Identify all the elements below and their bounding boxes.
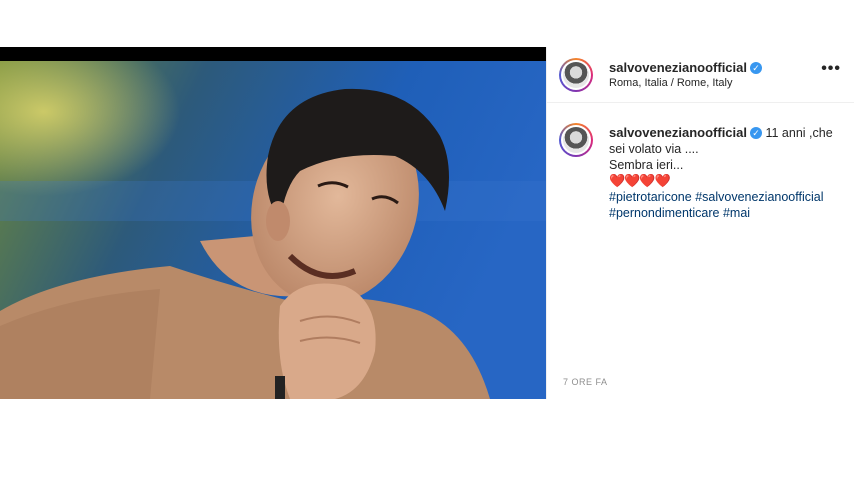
avatar[interactable] [559, 58, 593, 92]
more-options-icon[interactable]: ••• [821, 60, 841, 78]
photo-top-border [0, 47, 546, 61]
caption-text-line2: Sembra ieri... [609, 158, 684, 172]
hashtag-link[interactable]: #pernondimenticare [609, 206, 720, 220]
hashtag-link[interactable]: #mai [723, 206, 750, 220]
header-username[interactable]: salvovenezianoofficial [609, 60, 747, 75]
post-header: salvovenezianoofficial ✓ Roma, Italia / R… [547, 47, 854, 103]
verified-badge-icon: ✓ [750, 127, 762, 139]
post-photo[interactable] [0, 47, 546, 399]
hashtag-link[interactable]: #salvovenezianoofficial [695, 190, 823, 204]
hashtag-link[interactable]: #pietrotaricone [609, 190, 692, 204]
header-username-row: salvovenezianoofficial ✓ [609, 59, 762, 77]
caption-username[interactable]: salvovenezianoofficial [609, 125, 747, 140]
verified-badge-icon: ✓ [750, 62, 762, 74]
instagram-post: salvovenezianoofficial ✓ Roma, Italia / R… [0, 47, 854, 399]
hearts-emoji: ❤️❤️❤️❤️ [609, 173, 671, 188]
caption-avatar[interactable] [559, 123, 593, 157]
location-link[interactable]: Roma, Italia / Rome, Italy [609, 77, 733, 89]
photo-image [0, 61, 546, 399]
caption: salvovenezianoofficial ✓ 11 anni ,che sei… [609, 125, 845, 221]
post-sidebar: salvovenezianoofficial ✓ Roma, Italia / R… [546, 47, 854, 399]
post-timestamp[interactable]: 7 ORE FA [563, 377, 608, 387]
